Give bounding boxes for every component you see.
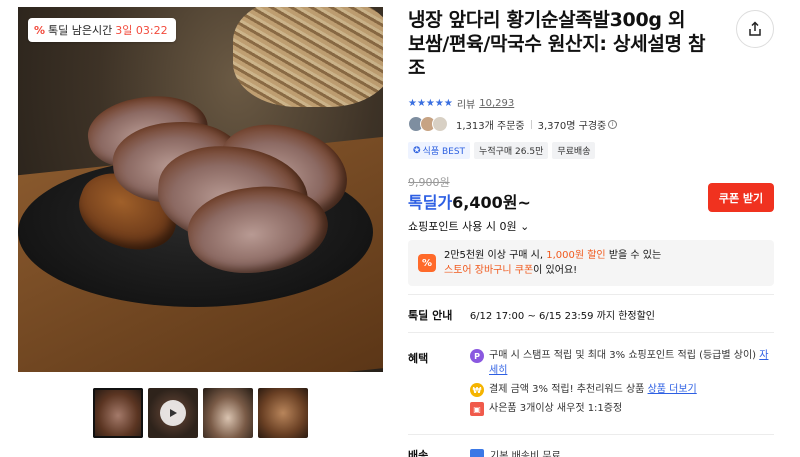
truck-icon bbox=[470, 448, 484, 457]
more-products-link[interactable]: 상품 더보기 bbox=[648, 384, 697, 395]
gift-icon: ▣ bbox=[470, 402, 484, 416]
tag-cumulative-purchases: 누적구매 26.5만 bbox=[474, 142, 549, 159]
point-icon: P bbox=[470, 349, 484, 363]
badge-icon: ✪ bbox=[413, 145, 421, 156]
buyers-row: 1,313개 주문중 3,370명 구경중 i bbox=[408, 116, 618, 132]
deal-price-label: 톡딜가 bbox=[408, 193, 453, 212]
shipping-label: 배송 bbox=[408, 449, 429, 457]
benefit-item: P 구매 시 스탬프 적립 및 최대 3% 쇼핑포인트 적립 (등급별 상이) … bbox=[470, 348, 770, 378]
benefit-item: ▣ 사은품 3개이상 새우젓 1:1증정 bbox=[470, 401, 770, 416]
section-divider bbox=[408, 332, 774, 333]
discount-icon: % bbox=[34, 23, 46, 37]
herb-garnish bbox=[233, 7, 383, 107]
main-product-image[interactable] bbox=[18, 7, 383, 372]
viewer-count: 3,370명 구경중 bbox=[537, 120, 607, 132]
divider bbox=[530, 119, 532, 129]
promo-banner[interactable]: % 2만5천원 이상 구매 시, 1,000원 할인 받을 수 있는 스토어 장… bbox=[408, 240, 774, 286]
thumbnail-1[interactable] bbox=[93, 388, 143, 438]
info-icon[interactable]: i bbox=[608, 119, 618, 129]
promo-text: 2만5천원 이상 구매 시, 1,000원 할인 받을 수 있는 스토어 장바구… bbox=[444, 250, 662, 276]
deal-timer-value: 3일 03:22 bbox=[115, 24, 168, 37]
rating-row[interactable]: ★★★★★ 리뷰 10,293 bbox=[408, 96, 514, 111]
product-title: 냉장 앞다리 황기순살족발300g 외 보쌈/편육/막국수 원산지: 상세설명 … bbox=[408, 9, 706, 79]
deal-timer-badge: % 톡딜 남은시간 3일 03:22 bbox=[28, 18, 176, 42]
coin-icon: ₩ bbox=[470, 383, 484, 397]
points-value: 0원 bbox=[499, 220, 517, 233]
thumbnail-strip bbox=[93, 388, 308, 438]
review-label: 리뷰 bbox=[456, 100, 476, 111]
deal-info-period: 6/12 17:00 ~ 6/15 23:59 까지 한정할인 bbox=[469, 311, 656, 322]
benefit-item: ₩ 결제 금액 3% 적립! 추천리워드 상품 상품 더보기 bbox=[470, 382, 770, 397]
coupon-button[interactable]: 쿠폰 받기 bbox=[708, 183, 774, 212]
original-price: 9,900원 bbox=[408, 176, 450, 189]
share-button[interactable] bbox=[736, 10, 774, 48]
share-icon bbox=[749, 21, 761, 36]
deal-timer-label: 톡딜 남은시간 bbox=[48, 24, 113, 37]
coupon-icon: % bbox=[418, 254, 436, 272]
thumbnail-video[interactable] bbox=[148, 388, 198, 438]
points-label: 쇼핑포인트 사용 시 bbox=[408, 220, 496, 233]
tag-food-best: ✪ 식품 BEST bbox=[408, 142, 471, 159]
shipping-info: 기본 배송비 무료 bbox=[470, 447, 561, 457]
deal-price: 톡딜가6,400원~ bbox=[408, 189, 531, 213]
product-tags: ✪ 식품 BEST 누적구매 26.5만 무료배송 bbox=[408, 142, 596, 159]
section-divider bbox=[408, 294, 774, 295]
avatar bbox=[432, 116, 448, 132]
order-count: 1,313개 주문중 bbox=[456, 120, 525, 132]
points-dropdown[interactable]: 쇼핑포인트 사용 시 0원 ⌄ bbox=[408, 218, 529, 234]
chevron-down-icon: ⌄ bbox=[520, 220, 530, 233]
review-count-link[interactable]: 10,293 bbox=[479, 98, 514, 109]
deal-info-label: 톡딜 안내 bbox=[408, 309, 453, 322]
deal-price-value: 6,400원~ bbox=[452, 193, 531, 212]
deal-info: 톡딜 안내 6/12 17:00 ~ 6/15 23:59 까지 한정할인 bbox=[408, 307, 655, 323]
benefit-label: 혜택 bbox=[408, 352, 429, 365]
tag-free-shipping: 무료배송 bbox=[552, 142, 596, 159]
thumbnail-3[interactable] bbox=[203, 388, 253, 438]
thumbnail-4[interactable] bbox=[258, 388, 308, 438]
star-rating-icon: ★★★★★ bbox=[408, 98, 453, 109]
benefit-list: P 구매 시 스탬프 적립 및 최대 3% 쇼핑포인트 적립 (등급별 상이) … bbox=[470, 348, 770, 420]
buyer-avatars bbox=[408, 116, 448, 132]
play-icon bbox=[160, 400, 186, 426]
section-divider bbox=[408, 434, 774, 435]
